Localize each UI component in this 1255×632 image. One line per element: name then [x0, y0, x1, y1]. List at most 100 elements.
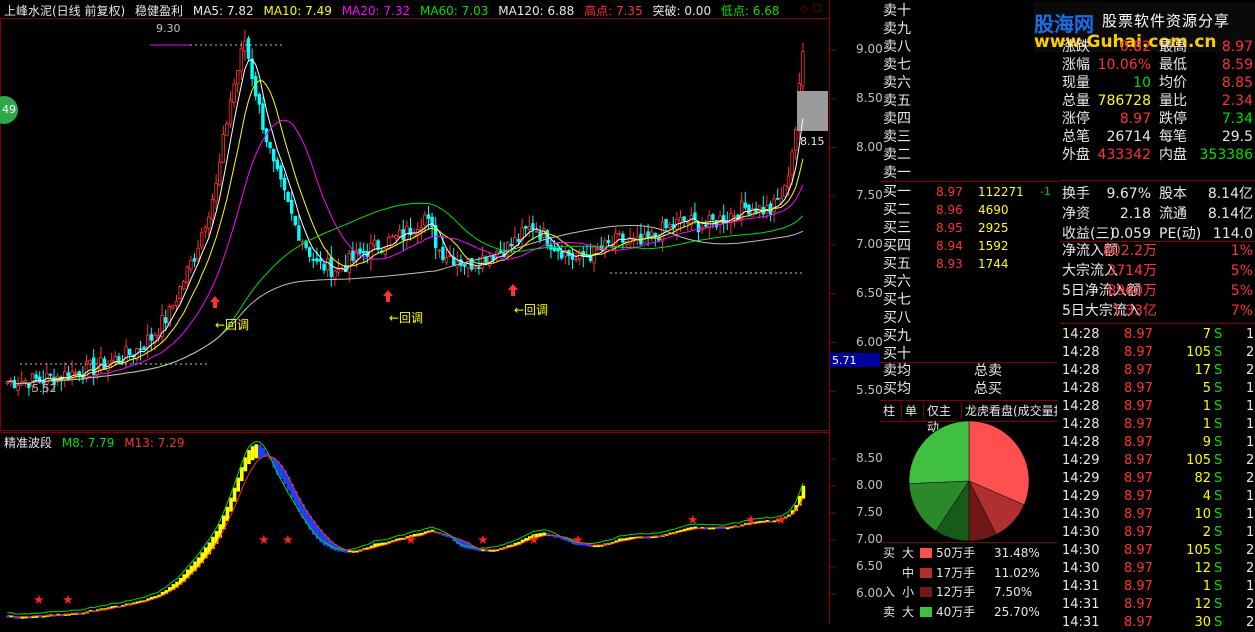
flow-size: 小 [902, 585, 915, 599]
trade-s: S [1214, 579, 1223, 594]
indicator-bar: 上峰水泥(日线 前复权) 稳健盈利 MA5: 7.82 MA10: 7.49 M… [4, 2, 785, 19]
trade-c: 2 [1246, 597, 1255, 612]
badge-icon[interactable]: 49 [0, 96, 18, 124]
ask-row[interactable]: 卖二 [880, 146, 1058, 164]
candle-body [430, 216, 434, 228]
trade-row: 14:28 8.97 1 S 1 [1060, 416, 1255, 434]
bid-row[interactable]: 买五 8.93 1744 [880, 255, 1058, 273]
candle-body [315, 258, 319, 262]
wave-block [261, 447, 266, 457]
candle-body [682, 216, 686, 221]
formula-name[interactable]: 稳健盈利 [135, 4, 183, 18]
tab-item[interactable]: 仅主动 [924, 403, 962, 434]
trade-row: 14:29 8.97 82 S 2 [1060, 470, 1255, 488]
candle-body [325, 258, 330, 271]
bid-row[interactable]: 买九 [880, 327, 1058, 345]
pullback-arrow-icon [210, 296, 220, 308]
bid-row[interactable]: 买十 [880, 345, 1058, 363]
candle-body [772, 198, 776, 212]
quote-label-b: 内盘 [1159, 147, 1187, 163]
bottom-price-label: 5.52 [32, 382, 57, 395]
quote-label-a: 外盘 [1062, 147, 1090, 163]
bid-label: 买四 [883, 238, 911, 254]
ask-label: 卖十 [883, 3, 911, 19]
bid-row[interactable]: 买八 [880, 309, 1058, 327]
trade-c: 2 [1246, 561, 1255, 576]
ask-row[interactable]: 卖三 [880, 128, 1058, 146]
sub-title[interactable]: 精准波段 [4, 436, 52, 450]
candle-body [282, 177, 287, 191]
ask-row[interactable]: 卖四 [880, 110, 1058, 128]
window-control-icons[interactable]: ◇ ☐ [800, 2, 822, 15]
trade-c: 1 [1246, 381, 1255, 396]
candle-body [606, 240, 611, 244]
candle-body [437, 249, 441, 252]
ask-row[interactable]: 卖九 [880, 20, 1058, 38]
quote-value-b: 29.5 [1221, 129, 1253, 145]
ask-row[interactable]: 卖七 [880, 56, 1058, 74]
trade-p: 8.97 [1124, 327, 1153, 342]
quote-value-b: 8.97 [1221, 39, 1253, 55]
trade-t: 14:30 [1062, 525, 1100, 540]
ask-row[interactable]: 卖六 [880, 74, 1058, 92]
candle-body [696, 221, 701, 233]
candle-body [322, 263, 326, 271]
quote-value-a: 8960万 [1107, 283, 1157, 299]
candle-body [34, 374, 38, 379]
ask-row[interactable]: 卖五 [880, 92, 1058, 110]
trade-p: 8.97 [1124, 615, 1153, 630]
candle-body [754, 209, 758, 214]
flow-pct: 11.02% [994, 565, 1040, 580]
candle-body [743, 202, 747, 208]
ask-row[interactable]: 卖一 [880, 164, 1058, 182]
bid-row[interactable]: 买七 [880, 291, 1058, 309]
candle-body [149, 333, 153, 341]
bid-row[interactable]: 买一 8.97 112271 -1 [880, 183, 1058, 201]
candle-body [686, 222, 690, 224]
candle-body [574, 258, 578, 261]
signal-star-icon: ★ [33, 593, 45, 608]
tab-item[interactable]: 龙虎看盘(成交量按 [962, 403, 1057, 419]
trade-s: S [1214, 345, 1223, 360]
trade-v: 12 [1194, 561, 1211, 576]
bid-label: 买九 [883, 328, 911, 344]
trade-v: 9 [1202, 435, 1211, 450]
kline-chart[interactable]: ★ ★ ★ ★ ★ ★ ★ ★ ★ ★ ★ [0, 0, 880, 624]
tab-item[interactable]: 柱 [880, 403, 902, 419]
breakout-value: 突破: 0.00 [652, 4, 712, 18]
quote-label-a: 换手 [1062, 186, 1090, 202]
quote-label-a: 总量 [1062, 93, 1090, 109]
quote-value-a: 2.18 [1119, 206, 1151, 222]
bid-price: 8.95 [936, 221, 963, 235]
quote-label-b: 量比 [1159, 93, 1187, 109]
ma10-value: MA10: 7.49 [263, 4, 332, 18]
candle-body [732, 215, 737, 218]
order-book: 卖十 卖九 卖八 卖七 卖六 卖五 卖四 卖三 卖二 卖一 买一 8.97 112271 -1 买二 8.9… [880, 0, 1060, 400]
bid-row[interactable]: 买六 [880, 273, 1058, 291]
trade-c: 2 [1246, 363, 1255, 378]
trade-row: 14:28 8.97 1 S 1 [1060, 398, 1255, 416]
trade-v: 1 [1202, 417, 1211, 432]
wave-block [250, 446, 255, 461]
bid-row[interactable]: 买三 8.95 2925 [880, 219, 1058, 237]
quote-value-a: 1.33亿 [1111, 303, 1157, 319]
bid-row[interactable]: 买二 8.96 4690 [880, 201, 1058, 219]
low-price-tag-text: 5.71 [832, 354, 857, 367]
bid-row[interactable]: 买四 8.94 1592 [880, 237, 1058, 255]
candle-body [423, 214, 427, 226]
trade-p: 8.97 [1124, 453, 1153, 468]
ask-row[interactable]: 卖十 [880, 2, 1058, 20]
tab-item[interactable]: 单 [902, 403, 924, 419]
candle-body [318, 258, 323, 262]
candle-body [790, 151, 794, 176]
main-chart-area[interactable]: ★ ★ ★ ★ ★ ★ ★ ★ ★ ★ ★ 上峰水泥(日线 前复权) 稳健盈利 MA5: 7.82 … [0, 0, 883, 624]
flow-pct: 7.50% [994, 585, 1033, 599]
flow-swatch [920, 548, 932, 558]
analysis-tabs: 柱单仅主动 龙虎看盘(成交量按 [880, 400, 1058, 434]
ask-row[interactable]: 卖八 [880, 38, 1058, 56]
trade-p: 8.97 [1124, 345, 1153, 360]
candle-body [171, 305, 175, 308]
trade-t: 14:28 [1062, 345, 1100, 360]
trade-row: 14:29 8.97 105 S 2 [1060, 452, 1255, 470]
trade-c: 1 [1246, 327, 1255, 342]
